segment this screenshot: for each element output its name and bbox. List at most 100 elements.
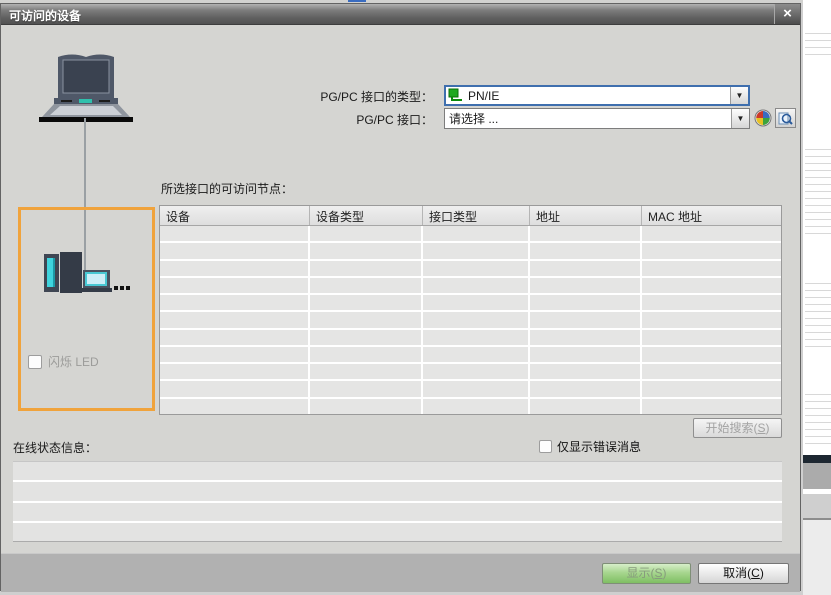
table-row[interactable] [160, 278, 781, 295]
flash-led-control: 闪烁 LED [28, 353, 99, 370]
table-row[interactable] [160, 226, 781, 243]
table-row[interactable] [160, 364, 781, 381]
status-list [13, 461, 782, 542]
pgpc-type-value: PN/IE [464, 89, 730, 103]
table-cell [423, 381, 530, 396]
pgpc-interface-select[interactable]: 请选择 ... ▼ [444, 108, 750, 129]
table-cell [160, 364, 310, 379]
background-list-lines [805, 143, 831, 234]
nodes-section-label: 所选接口的可访问节点： [161, 180, 293, 197]
table-cell [642, 243, 781, 258]
table-cell [160, 295, 310, 310]
flash-led-label: 闪烁 LED [48, 353, 99, 370]
device-highlight-box [18, 207, 155, 411]
table-row[interactable] [160, 347, 781, 364]
table-cell [310, 381, 423, 396]
dialog-titlebar[interactable]: 可访问的设备 × [1, 4, 800, 25]
table-cell [530, 312, 642, 327]
column-header-address[interactable]: 地址 [530, 206, 642, 225]
network-browse-button[interactable] [775, 108, 796, 128]
column-header-interface-type[interactable]: 接口类型 [423, 206, 530, 225]
table-row[interactable] [160, 312, 781, 329]
column-header-mac-address[interactable]: MAC 地址 [642, 206, 781, 225]
table-cell [160, 261, 310, 276]
network-type-icon [448, 88, 464, 103]
table-cell [160, 243, 310, 258]
table-cell [423, 243, 530, 258]
background-app-right-strip [803, 0, 831, 595]
table-row[interactable] [160, 399, 781, 414]
table-row[interactable] [160, 243, 781, 260]
flash-led-checkbox[interactable] [28, 355, 42, 369]
close-button[interactable]: × [774, 4, 800, 24]
online-status-label: 在线状态信息： [13, 439, 97, 456]
show-button[interactable]: 显示(S) [602, 563, 691, 584]
cancel-button[interactable]: 取消(C) [698, 563, 789, 584]
table-cell [310, 330, 423, 345]
table-cell [423, 347, 530, 362]
table-cell [423, 364, 530, 379]
table-cell [310, 364, 423, 379]
table-cell [310, 347, 423, 362]
table-cell [160, 226, 310, 241]
table-cell [310, 261, 423, 276]
table-cell [423, 312, 530, 327]
background-gray-band [803, 463, 831, 489]
pgpc-type-label: PG/PC 接口的类型： [241, 88, 433, 105]
dropdown-arrow-icon[interactable]: ▼ [730, 87, 748, 104]
table-cell [310, 226, 423, 241]
table-row[interactable] [160, 295, 781, 312]
pgpc-interface-label: PG/PC 接口： [241, 111, 433, 128]
magnifier-icon [778, 111, 793, 126]
table-cell [530, 295, 642, 310]
table-cell [530, 347, 642, 362]
table-cell [423, 226, 530, 241]
accessible-devices-dialog: 可访问的设备 × 闪烁 LED PG/PC 接口的类型： [0, 3, 801, 591]
table-cell [423, 330, 530, 345]
table-cell [530, 226, 642, 241]
table-cell [423, 399, 530, 414]
table-cell [642, 347, 781, 362]
table-cell [642, 399, 781, 414]
background-gray-band [803, 494, 831, 520]
table-cell [160, 381, 310, 396]
background-list-lines [805, 27, 831, 55]
table-cell [310, 243, 423, 258]
table-cell [642, 261, 781, 276]
errors-only-checkbox[interactable] [539, 440, 552, 453]
table-cell [530, 243, 642, 258]
table-cell [530, 261, 642, 276]
status-row [13, 503, 782, 523]
device-table-header: 设备 设备类型 接口类型 地址 MAC 地址 [160, 206, 781, 226]
table-cell [310, 399, 423, 414]
table-cell [160, 347, 310, 362]
table-cell [310, 312, 423, 327]
start-search-button[interactable]: 开始搜索(S) [693, 418, 782, 438]
screen: { "window": { "title": "可访问的设备", "close"… [0, 0, 831, 595]
table-cell [642, 226, 781, 241]
table-cell [530, 381, 642, 396]
column-header-device[interactable]: 设备 [160, 206, 310, 225]
table-cell [530, 330, 642, 345]
table-cell [160, 312, 310, 327]
pgpc-interface-value: 请选择 ... [445, 110, 731, 127]
table-cell [423, 278, 530, 293]
column-header-device-type[interactable]: 设备类型 [310, 206, 423, 225]
security-shield-icon [754, 109, 772, 127]
table-cell [642, 381, 781, 396]
pgpc-type-select[interactable]: PN/IE ▼ [444, 85, 750, 106]
table-cell [642, 312, 781, 327]
table-cell [310, 295, 423, 310]
table-cell [160, 278, 310, 293]
table-row[interactable] [160, 261, 781, 278]
device-table: 设备 设备类型 接口类型 地址 MAC 地址 [159, 205, 782, 415]
table-cell [530, 364, 642, 379]
table-row[interactable] [160, 330, 781, 347]
background-gray-band [803, 520, 831, 595]
dropdown-arrow-icon[interactable]: ▼ [731, 109, 749, 128]
laptop-icon [37, 49, 137, 129]
device-table-body [160, 226, 781, 414]
table-row[interactable] [160, 381, 781, 398]
status-row [13, 462, 782, 482]
table-cell [160, 399, 310, 414]
